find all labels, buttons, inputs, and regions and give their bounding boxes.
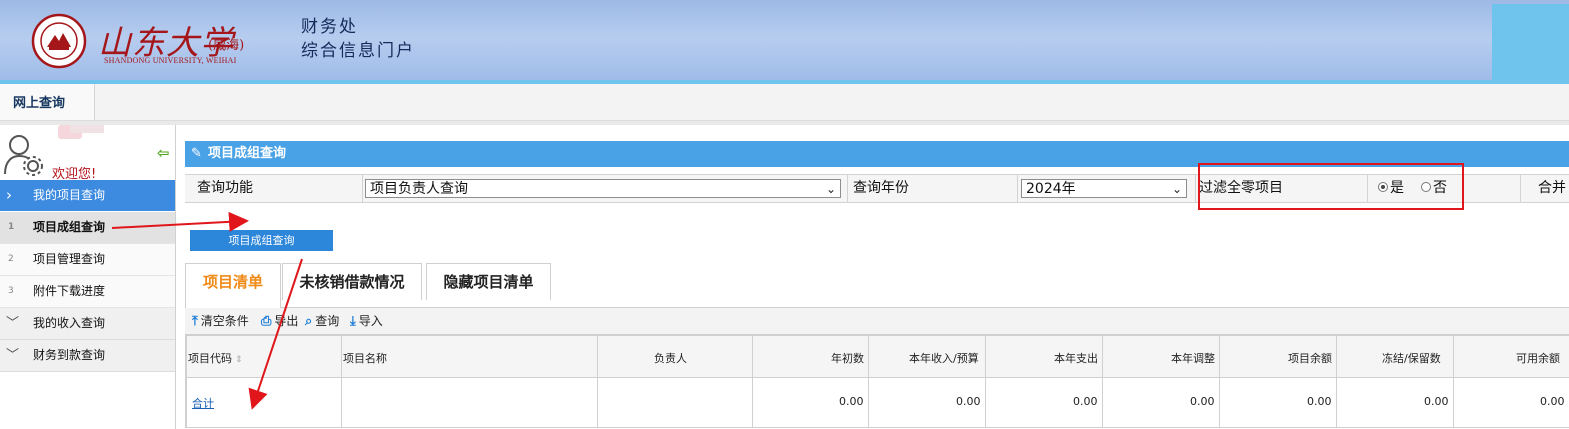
collapse-arrow-icon[interactable]: ⇦ [157, 144, 170, 162]
export-button[interactable]: ⎙ 导出 [261, 308, 298, 334]
column-header-name[interactable]: 项目名称 [343, 350, 387, 366]
sidebar-group-finance-arrival[interactable]: ﹀ 财务到款查询 [0, 340, 175, 372]
printer-icon: ⎙ [261, 314, 272, 329]
cell-available: 0.00 [1540, 395, 1565, 408]
portal-name: 综合信息门户 [301, 41, 415, 61]
column-header-frozen[interactable]: 冻结/保留数 [1382, 350, 1441, 366]
tool-label: 清空条件 [200, 314, 249, 328]
select-value: 2024年 [1026, 181, 1076, 197]
cell-opening: 0.00 [839, 395, 864, 408]
tool-label: 导出 [274, 314, 299, 328]
search-icon: ⌕ [305, 314, 313, 329]
sidebar-item-label: 财务到款查询 [33, 348, 106, 362]
sidebar-item-attachment-progress[interactable]: 3 附件下载进度 [0, 276, 175, 308]
result-tabs: 项目清单 未核销借款情况 隐藏项目清单 [185, 263, 1569, 308]
sidebar-group-my-income[interactable]: ﹀ 我的收入查询 [0, 308, 175, 340]
item-number: 1 [8, 222, 15, 232]
cell-income-budget: 0.00 [956, 395, 981, 408]
item-number: 2 [8, 254, 14, 264]
cell-adjust: 0.00 [1190, 395, 1215, 408]
select-value: 项目负责人查询 [370, 181, 468, 197]
sidebar-item-label: 项目成组查询 [33, 220, 106, 234]
pencil-icon: ✎ [191, 146, 202, 161]
project-table: 项目代码 ⇕ 项目名称 负责人 年初数 本年收入/预算 本年支出 本年调整 项目余… [185, 335, 1569, 428]
search-button[interactable]: ⌕ 查询 [305, 308, 339, 334]
divider [362, 175, 363, 202]
divider [0, 121, 1569, 125]
column-header-expense[interactable]: 本年支出 [1054, 350, 1098, 366]
sidebar-item-label: 我的项目查询 [33, 188, 106, 202]
tab-project-list[interactable]: 项目清单 [185, 263, 281, 308]
chevron-down-icon: ﹀ [6, 348, 20, 363]
tab-hidden-projects[interactable]: 隐藏项目清单 [426, 263, 551, 300]
tab-unwritten-loans[interactable]: 未核销借款情况 [282, 263, 422, 300]
user-settings-icon[interactable] [3, 132, 45, 176]
sort-icon[interactable]: ⇕ [235, 355, 243, 365]
divider [847, 175, 848, 202]
query-function-select[interactable]: 项目负责人查询 ⌄ [365, 179, 841, 198]
table-column [185, 336, 187, 428]
divider [1520, 175, 1521, 202]
university-logo: 山东大学 (威海) SHANDONG UNIVERSITY, WEIHAI [98, 12, 273, 68]
header-label: 项目代码 [188, 352, 232, 365]
tool-label: 查询 [315, 314, 340, 328]
query-year-select[interactable]: 2024年 ⌄ [1021, 179, 1187, 198]
tool-label: 导入 [358, 314, 383, 328]
avatar-blur [70, 125, 104, 133]
func-label: 查询功能 [197, 180, 253, 196]
group-query-button[interactable]: 项目成组查询 [190, 230, 333, 251]
divider [1017, 175, 1018, 202]
sidebar-item-group-query[interactable]: 1 项目成组查询 [0, 212, 175, 244]
sidebar-group-my-projects[interactable]: › 我的项目查询 [0, 180, 175, 211]
clear-conditions-button[interactable]: ⤒ 清空条件 [192, 308, 249, 334]
column-header-income-budget[interactable]: 本年收入/预算 [909, 350, 979, 366]
nav-tab-online-query[interactable]: 网上查询 [0, 84, 95, 120]
download-arrow-icon: ⤓ [350, 314, 356, 329]
chevron-down-icon: ﹀ [6, 316, 20, 331]
chevron-down-icon: ⌄ [825, 182, 836, 196]
year-label: 查询年份 [853, 180, 909, 196]
column-header-owner[interactable]: 负责人 [654, 350, 687, 366]
table-bottom-border [185, 427, 1569, 428]
import-button[interactable]: ⤓ 导入 [350, 308, 383, 334]
logo-campus: (威海) [208, 38, 245, 53]
portal-title: 财务处 综合信息门户 [301, 15, 415, 63]
column-header-opening[interactable]: 年初数 [831, 350, 864, 366]
cell-balance: 0.00 [1307, 395, 1332, 408]
item-number: 3 [8, 286, 14, 296]
cell-expense: 0.00 [1073, 395, 1098, 408]
upload-arrow-icon: ⤒ [192, 314, 198, 329]
top-banner: 山东大学 (威海) SHANDONG UNIVERSITY, WEIHAI 财务… [0, 0, 1569, 84]
chevron-right-icon: › [6, 186, 12, 204]
column-header-adjust[interactable]: 本年调整 [1171, 350, 1215, 366]
sidebar-item-label: 我的收入查询 [33, 316, 106, 330]
cell-frozen: 0.00 [1424, 395, 1449, 408]
sidebar-item-label: 项目管理查询 [33, 252, 106, 266]
panel-title: 项目成组查询 [208, 146, 287, 161]
sidebar-item-manage-query[interactable]: 2 项目管理查询 [0, 244, 175, 276]
dept-name: 财务处 [301, 17, 358, 37]
top-nav: 网上查询 [0, 84, 1569, 121]
divider [1195, 175, 1196, 202]
annotation-highlight-box [1198, 163, 1464, 210]
column-header-code[interactable]: 项目代码 ⇕ [188, 350, 243, 366]
chevron-down-icon: ⌄ [1171, 182, 1182, 196]
sidebar-item-label: 附件下载进度 [33, 284, 106, 298]
table-toolbar: ⤒ 清空条件 ⎙ 导出 ⌕ 查询 ⤓ 导入 [185, 308, 1569, 335]
sidebar: 欢迎您! ⇦ › 我的项目查询 1 项目成组查询 2 项目管理查询 3 附件下载… [0, 125, 176, 429]
total-link[interactable]: 合计 [192, 395, 214, 411]
merge-label: 合并 [1538, 180, 1566, 196]
column-header-available[interactable]: 可用余额 [1516, 350, 1560, 366]
banner-accent [1492, 4, 1569, 82]
column-header-balance[interactable]: 项目余额 [1288, 350, 1332, 366]
university-seal-icon [31, 13, 87, 69]
logo-english: SHANDONG UNIVERSITY, WEIHAI [104, 56, 237, 65]
